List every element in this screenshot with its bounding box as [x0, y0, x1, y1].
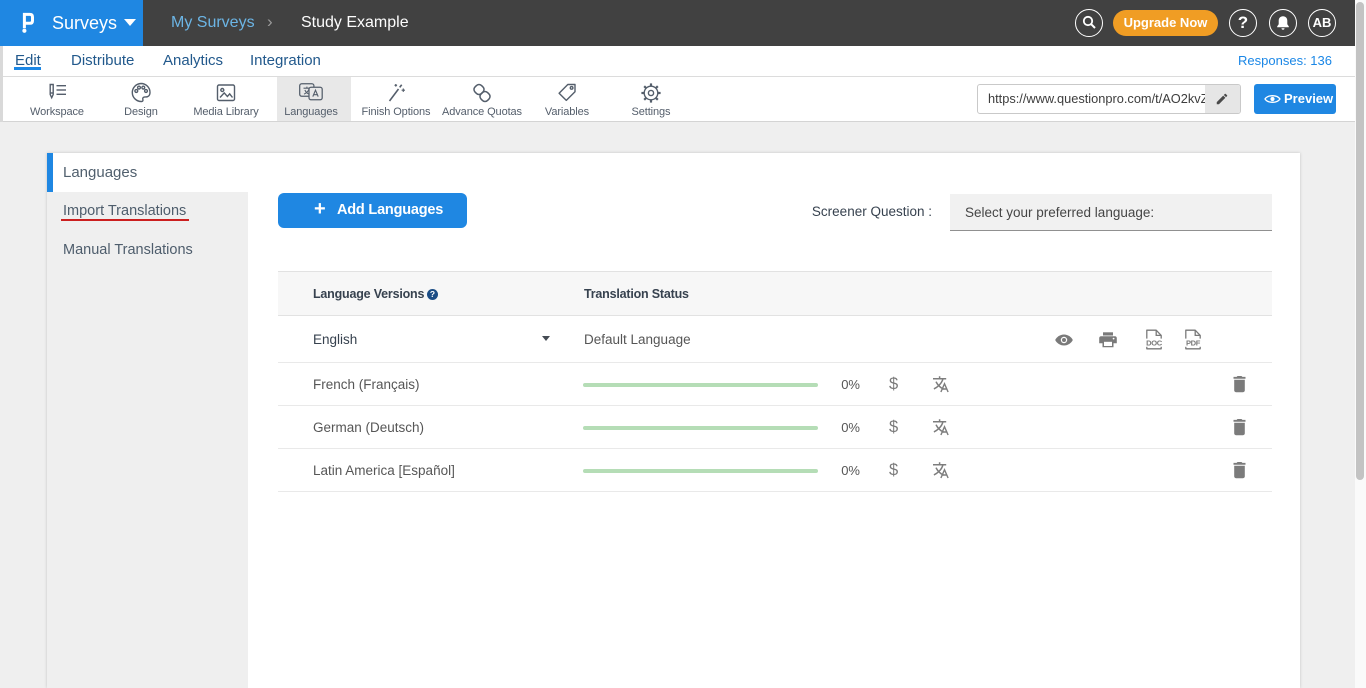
svg-text:DOC: DOC	[1146, 338, 1163, 347]
svg-text:PDF: PDF	[1186, 338, 1201, 347]
